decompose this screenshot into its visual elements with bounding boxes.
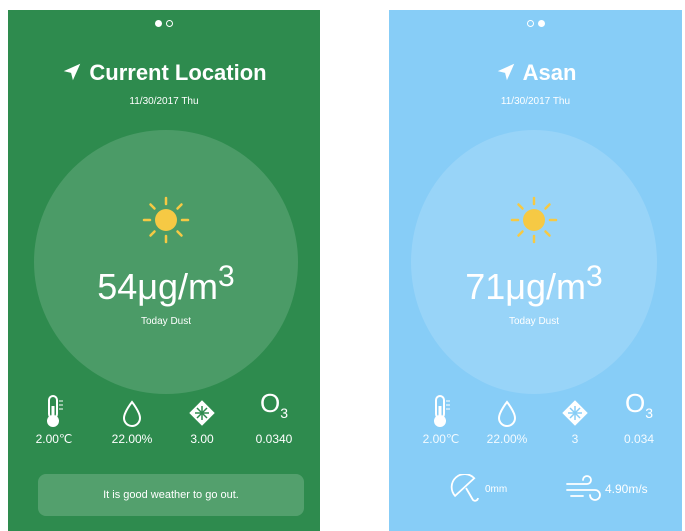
thermometer-icon	[434, 395, 450, 427]
ozone-icon: O3	[259, 387, 289, 421]
navigation-arrow-icon	[497, 63, 514, 81]
ozone-value: 0.034	[623, 432, 655, 446]
location-title: Current Location	[8, 60, 320, 86]
ozone-stat: O3 0.0340	[239, 388, 309, 446]
location-title: Asan	[389, 60, 682, 86]
dust-circle: 71μg/m3 Today Dust	[411, 130, 657, 394]
weather-stats: 2.00℃ 22.00% 3.00 O3 0.0340	[8, 388, 320, 454]
location-name: Asan	[522, 60, 577, 85]
weather-message-text: It is good weather to go out.	[103, 489, 239, 501]
page-indicator	[389, 20, 682, 27]
humidity-stat: 22.00%	[97, 394, 167, 446]
page-dot-active[interactable]	[537, 20, 545, 27]
dust-label: Today Dust	[140, 316, 192, 327]
weather-stats: 2.00℃ 22.00% 3 O3 0.034	[389, 388, 682, 454]
index-value: 3	[571, 432, 579, 446]
asan-screen[interactable]: Asan 11/30/2017 Thu 71μg/m3 Today Dust 2…	[389, 10, 682, 531]
page-dot[interactable]	[526, 20, 534, 27]
snowflake-icon	[189, 400, 215, 426]
weather-message: It is good weather to go out.	[38, 474, 304, 516]
date-label: 11/30/2017 Thu	[129, 96, 199, 107]
dust-circle: 54μg/m3 Today Dust	[34, 130, 298, 394]
sun-icon	[142, 196, 190, 244]
snowflake-icon	[562, 400, 588, 426]
index-stat: 3	[540, 394, 610, 446]
dust-value: 54μg/m3	[97, 260, 235, 307]
dust-value: 71μg/m3	[465, 260, 603, 307]
umbrella-icon	[450, 474, 479, 502]
dust-label: Today Dust	[508, 316, 560, 327]
sun-icon	[510, 196, 558, 244]
wind-icon	[566, 475, 601, 501]
temperature-stat: 2.00℃	[19, 394, 89, 446]
wind-value: 4.90m/s	[605, 482, 648, 496]
wind-stat: 4.90m/s	[565, 474, 648, 504]
navigation-arrow-icon	[64, 63, 81, 81]
page-dot[interactable]	[166, 20, 173, 27]
current-location-screen[interactable]: Current Location 11/30/2017 Thu 54μg/m3 …	[8, 10, 320, 531]
temperature-value: 2.00℃	[422, 432, 460, 446]
rain-stat: 0mm	[449, 474, 507, 504]
page-indicator	[8, 20, 320, 27]
index-value: 3.00	[190, 432, 214, 446]
humidity-value: 22.00%	[486, 432, 528, 446]
page-dot-active[interactable]	[155, 20, 162, 27]
index-stat: 3.00	[167, 394, 237, 446]
water-drop-icon	[122, 400, 142, 427]
location-name: Current Location	[89, 60, 267, 85]
thermometer-icon	[47, 395, 63, 427]
humidity-stat: 22.00%	[472, 394, 542, 446]
temperature-value: 2.00℃	[35, 432, 73, 446]
rain-value: 0mm	[485, 483, 508, 495]
water-drop-icon	[497, 400, 517, 427]
ozone-icon: O3	[624, 387, 654, 421]
date-label: 11/30/2017 Thu	[500, 96, 571, 107]
temperature-stat: 2.00℃	[406, 394, 476, 446]
ozone-value: 0.0340	[255, 432, 293, 446]
humidity-value: 22.00%	[111, 432, 153, 446]
ozone-stat: O3 0.034	[604, 388, 674, 446]
